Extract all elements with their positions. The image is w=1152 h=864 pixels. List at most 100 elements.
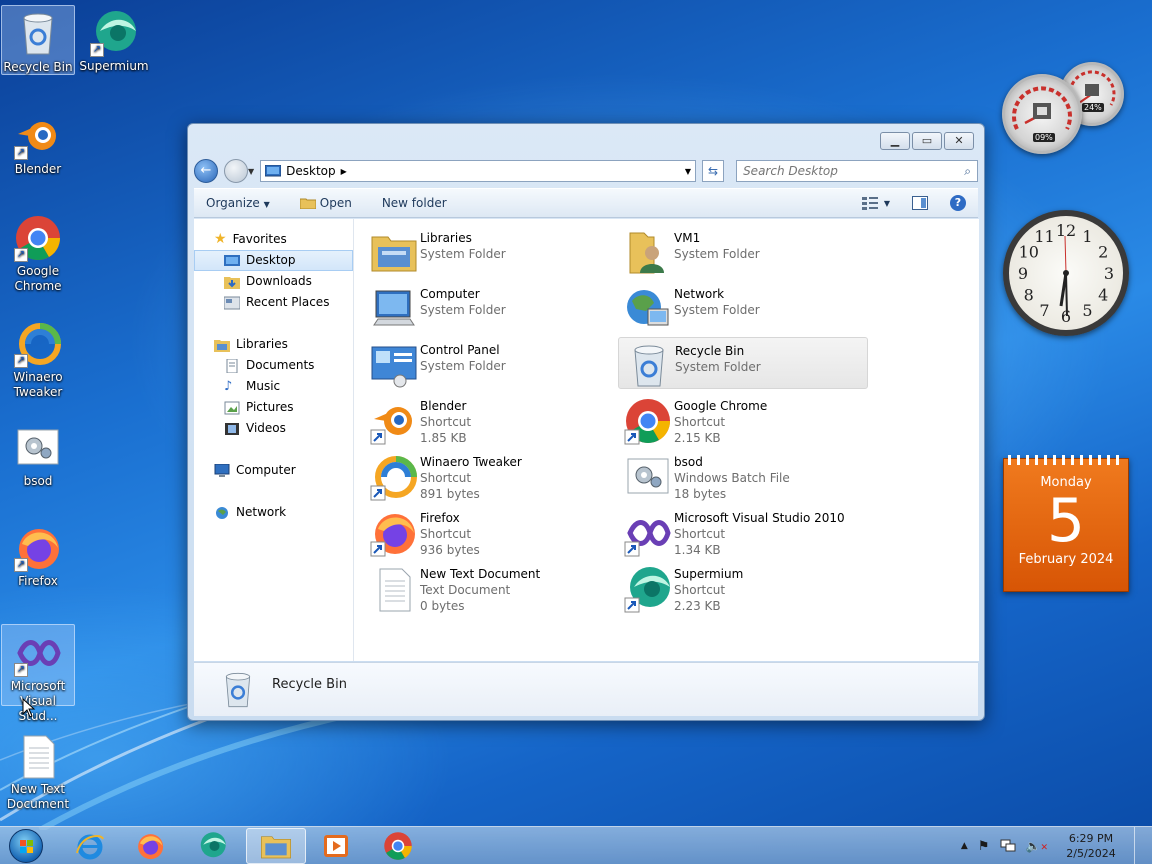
back-button[interactable]: ← <box>194 159 218 183</box>
calendar-gadget[interactable]: Monday 5 February 2024 <box>1003 455 1129 592</box>
action-center-flag-icon[interactable]: ⚑ <box>978 839 990 854</box>
cpu-gauge: 09% <box>1002 74 1082 154</box>
file-item-new-text-document[interactable]: New Text Document Text Document 0 bytes <box>364 561 614 617</box>
desktop-icon-recycle-bin[interactable]: Recycle Bin <box>1 5 75 75</box>
taskbar-windows-explorer[interactable] <box>246 828 306 864</box>
show-hidden-icons-icon[interactable]: ▲ <box>961 841 968 851</box>
shortcut-arrow-icon: ↗ <box>14 248 28 262</box>
file-item-bsod[interactable]: bsod Windows Batch File 18 bytes <box>618 449 868 505</box>
address-bar[interactable]: Desktop ▶ ▼ <box>260 160 697 182</box>
file-item-recycle-bin[interactable]: Recycle Bin System Folder <box>618 337 868 389</box>
nav-downloads[interactable]: Downloads <box>194 271 353 292</box>
forward-button[interactable] <box>224 159 248 183</box>
file-item-supermium[interactable]: Supermium Shortcut 2.23 KB <box>618 561 868 617</box>
nav-recent-places[interactable]: Recent Places <box>194 292 353 313</box>
nav-pictures[interactable]: Pictures <box>194 397 353 418</box>
search-input[interactable] <box>743 164 944 178</box>
media-player-icon <box>324 835 348 857</box>
file-item-network[interactable]: Network System Folder <box>618 281 868 333</box>
search-box[interactable]: ⌕ <box>736 160 979 182</box>
file-type: System Folder <box>420 359 506 373</box>
clock-numeral: 1 <box>1082 227 1092 246</box>
desktop-icon-winaero-tweaker[interactable]: ↗ Winaero Tweaker <box>1 316 75 400</box>
refresh-button[interactable]: ⇆ <box>702 160 725 182</box>
start-button[interactable] <box>4 827 48 864</box>
show-desktop-button[interactable] <box>1134 827 1144 864</box>
shortcut-arrow-icon: ↗ <box>14 146 28 160</box>
text-document-icon <box>14 732 62 780</box>
desktop-icon-firefox[interactable]: ↗ Firefox <box>1 520 75 589</box>
file-name: Recycle Bin <box>675 344 745 358</box>
desktop-icon-visual-studio[interactable]: ↗ Microsoft Visual Stud... <box>1 624 75 723</box>
help-icon[interactable]: ? <box>950 195 966 211</box>
file-item-blender[interactable]: Blender Shortcut 1.85 KB <box>364 393 614 449</box>
taskbar-media-player[interactable] <box>306 828 366 864</box>
file-item-winaero-tweaker[interactable]: Winaero Tweaker Shortcut 891 bytes <box>364 449 614 505</box>
navigation-bar: ← ▼ Desktop ▶ ▼ ⇆ ⌕ <box>194 158 979 184</box>
organize-button[interactable]: Organize ▼ <box>206 196 270 210</box>
nav-favorites[interactable]: ★ Favorites <box>194 229 353 250</box>
file-name: bsod <box>674 455 703 469</box>
breadcrumb-arrow-icon[interactable]: ▶ <box>341 167 347 176</box>
address-dropdown-icon[interactable]: ▼ <box>685 167 695 176</box>
desktop-icon-blender[interactable]: ↗ Blender <box>1 108 75 177</box>
nav-network[interactable]: Network <box>194 502 353 523</box>
clock-time: 6:29 PM <box>1068 832 1114 845</box>
clock-numeral: 2 <box>1098 243 1108 262</box>
pictures-icon <box>224 401 240 414</box>
clock-numeral: 3 <box>1104 264 1114 283</box>
search-icon[interactable]: ⌕ <box>964 164 971 179</box>
minimize-button[interactable]: ▁ <box>880 132 910 150</box>
folder-icon <box>261 836 291 859</box>
taskbar-clock[interactable]: 6:29 PM 2/5/2024 <box>1058 831 1124 861</box>
new-folder-button[interactable]: New folder <box>382 196 447 210</box>
nav-libraries[interactable]: Libraries <box>194 334 353 355</box>
file-item-libraries[interactable]: Libraries System Folder <box>364 225 614 277</box>
desktop-icon-google-chrome[interactable]: ↗ Google Chrome <box>1 210 75 294</box>
taskbar-supermium[interactable] <box>182 828 242 864</box>
file-item-vm1[interactable]: VM1 System Folder <box>618 225 868 277</box>
network-status-icon[interactable] <box>1000 839 1016 853</box>
file-type: Shortcut <box>420 471 472 485</box>
preview-pane-icon[interactable] <box>912 196 928 210</box>
file-item-control-panel[interactable]: Control Panel System Folder <box>364 337 614 389</box>
chrome-icon <box>624 399 670 445</box>
internet-explorer-icon <box>76 834 104 860</box>
desktop-icon-bsod[interactable]: bsod <box>1 420 75 489</box>
taskbar-google-chrome[interactable] <box>368 828 428 864</box>
file-item-text: Firefox Shortcut 936 bytes <box>420 510 480 558</box>
cpu-meter-gadget[interactable]: 24% 09% <box>1002 62 1128 158</box>
change-view-button[interactable]: ▼ <box>861 196 890 210</box>
file-item-computer[interactable]: Computer System Folder <box>364 281 614 333</box>
nav-videos[interactable]: Videos <box>194 418 353 439</box>
nav-desktop[interactable]: Desktop <box>194 250 353 271</box>
file-item-firefox[interactable]: Firefox Shortcut 936 bytes <box>364 505 614 561</box>
window-controls: ▁ ▭ ✕ <box>880 132 974 150</box>
explorer-window[interactable]: ▁ ▭ ✕ ← ▼ Desktop ▶ ▼ ⇆ ⌕ Organize ▼ Ope… <box>187 123 985 721</box>
file-item-google-chrome[interactable]: Google Chrome Shortcut 2.15 KB <box>618 393 868 449</box>
volume-muted-icon[interactable]: 🔈✕ <box>1026 839 1049 853</box>
desktop-icon-supermium[interactable]: ↗ Supermium <box>77 5 151 74</box>
clock-gadget[interactable]: 12 1 2 3 4 5 6 7 8 9 10 11 <box>1003 210 1129 336</box>
maximize-button[interactable]: ▭ <box>912 132 942 150</box>
nav-documents[interactable]: Documents <box>194 355 353 376</box>
view-options-icon <box>861 197 878 210</box>
nav-computer[interactable]: Computer <box>194 460 353 481</box>
calendar-rings <box>1008 455 1124 465</box>
taskbar-firefox[interactable] <box>120 828 180 864</box>
desktop-icon-new-text-document[interactable]: New Text Document <box>1 728 75 812</box>
recycle-bin-icon <box>225 672 251 708</box>
firefox-icon <box>138 834 164 860</box>
file-item-visual-studio[interactable]: Microsoft Visual Studio 2010 Shortcut 1.… <box>618 505 868 561</box>
taskbar-internet-explorer[interactable] <box>60 828 120 864</box>
file-name: Supermium <box>674 567 744 581</box>
file-size: 1.34 KB <box>674 543 721 557</box>
open-button[interactable]: Open <box>299 196 352 210</box>
nav-music[interactable]: ♪ Music <box>194 376 353 397</box>
file-name: Microsoft Visual Studio 2010 <box>674 511 845 525</box>
close-button[interactable]: ✕ <box>944 132 974 150</box>
nav-label: Documents <box>246 358 315 372</box>
navigation-pane: ★ Favorites Desktop Downloads Recent Pla… <box>194 219 354 661</box>
recent-pages-dropdown-icon[interactable]: ▼ <box>248 167 254 176</box>
file-type: Shortcut <box>674 583 726 597</box>
